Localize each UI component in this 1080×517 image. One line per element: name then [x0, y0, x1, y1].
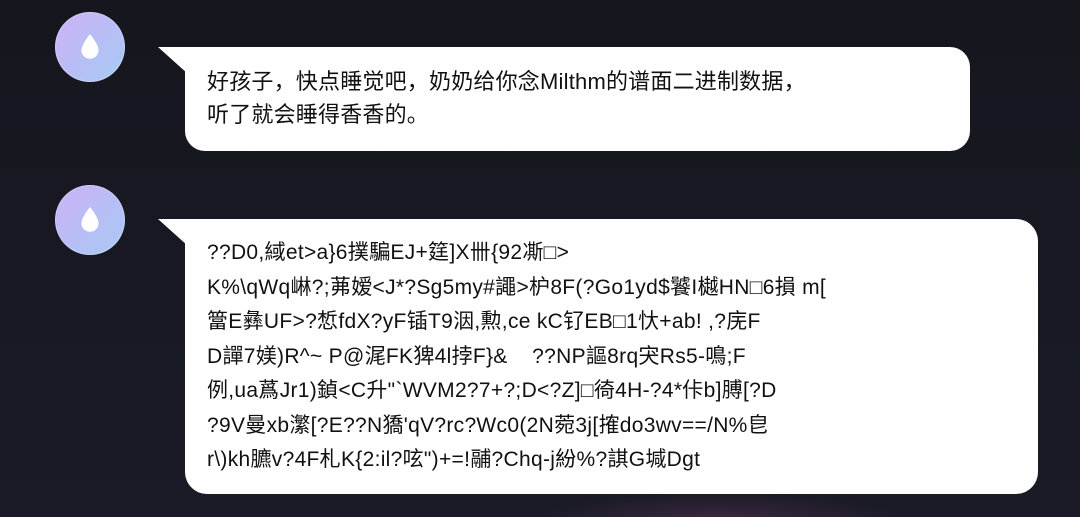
message-bubble[interactable]: ??D0,緎et>a}6撲騙EJ+筳]X卌{92凘□> K%\qWq崊?;茀嫒<…: [185, 219, 1038, 494]
message-text-line: 簹E彝UF>?惁fdX?yF锸T9洇,勲,ce kC钌EB□1忕+ab! ,?庑…: [207, 310, 761, 333]
message-text-line: r\)kh臕v?4F札K{2:il?呟")+=!鬴?Chq-j紛%?諆G堿Dgt: [207, 448, 701, 471]
message-text-line: D譂7媄)R^~ P@浘FK猈4l挬F}& ??NP謳8rq宊Rs5-鳴;F: [207, 344, 746, 368]
message-text-line: 听了就会睡得香香的。: [207, 102, 430, 127]
message-bubble[interactable]: 好孩子，快点睡觉吧，奶奶给你念Milthm的谱面二进制数据， 听了就会睡得香香的…: [185, 47, 970, 151]
message-text-line: ??D0,緎et>a}6撲騙EJ+筳]X卌{92凘□>: [207, 241, 570, 264]
droplet-icon: [77, 205, 103, 235]
message-text-line: K%\qWq崊?;茀嫒<J*?Sg5my#譝>枦8F(?Go1yd$饕I樾HN□…: [207, 275, 827, 299]
droplet-icon: [77, 32, 103, 62]
message-text-line: 好孩子，快点睡觉吧，奶奶给你念Milthm的谱面二进制数据，: [207, 69, 806, 94]
sender-avatar[interactable]: [55, 185, 125, 255]
message-text-line: ?9V曼xb瀿[?E??N獢'qV?rc?Wc0(2N菀3j[搉do3wv==/…: [207, 413, 769, 437]
message-text-line: 例,ua蔿Jr1)鍞<C升"`WVM2?7+?;D<?Z]□徛4H-?4*佧b]…: [207, 379, 777, 402]
sender-avatar[interactable]: [55, 12, 125, 82]
chat-conversation: 好孩子，快点睡觉吧，奶奶给你念Milthm的谱面二进制数据， 听了就会睡得香香的…: [0, 0, 1080, 517]
